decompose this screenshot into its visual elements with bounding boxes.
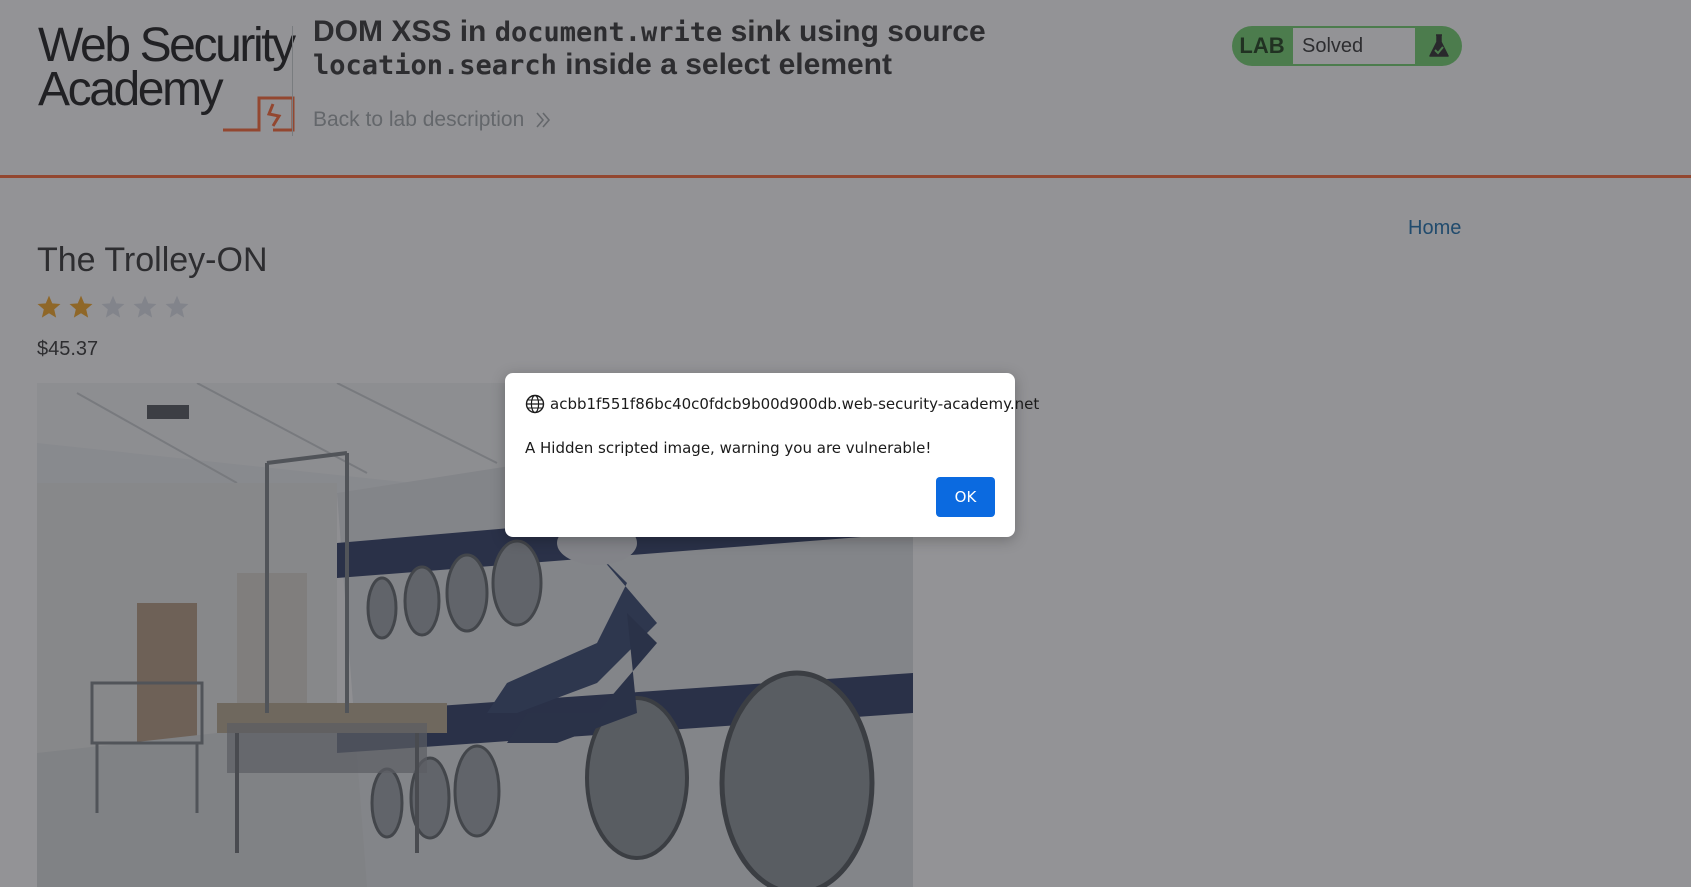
dialog-origin: acbb1f551f86bc40c0fdcb9b00d900db.web-sec… — [525, 394, 1039, 414]
dialog-message: A Hidden scripted image, warning you are… — [525, 439, 932, 457]
dialog-origin-text: acbb1f551f86bc40c0fdcb9b00d900db.web-sec… — [550, 395, 1040, 413]
globe-icon — [525, 394, 545, 414]
alert-dialog: acbb1f551f86bc40c0fdcb9b00d900db.web-sec… — [505, 373, 1039, 537]
ok-button[interactable]: OK — [936, 477, 995, 517]
